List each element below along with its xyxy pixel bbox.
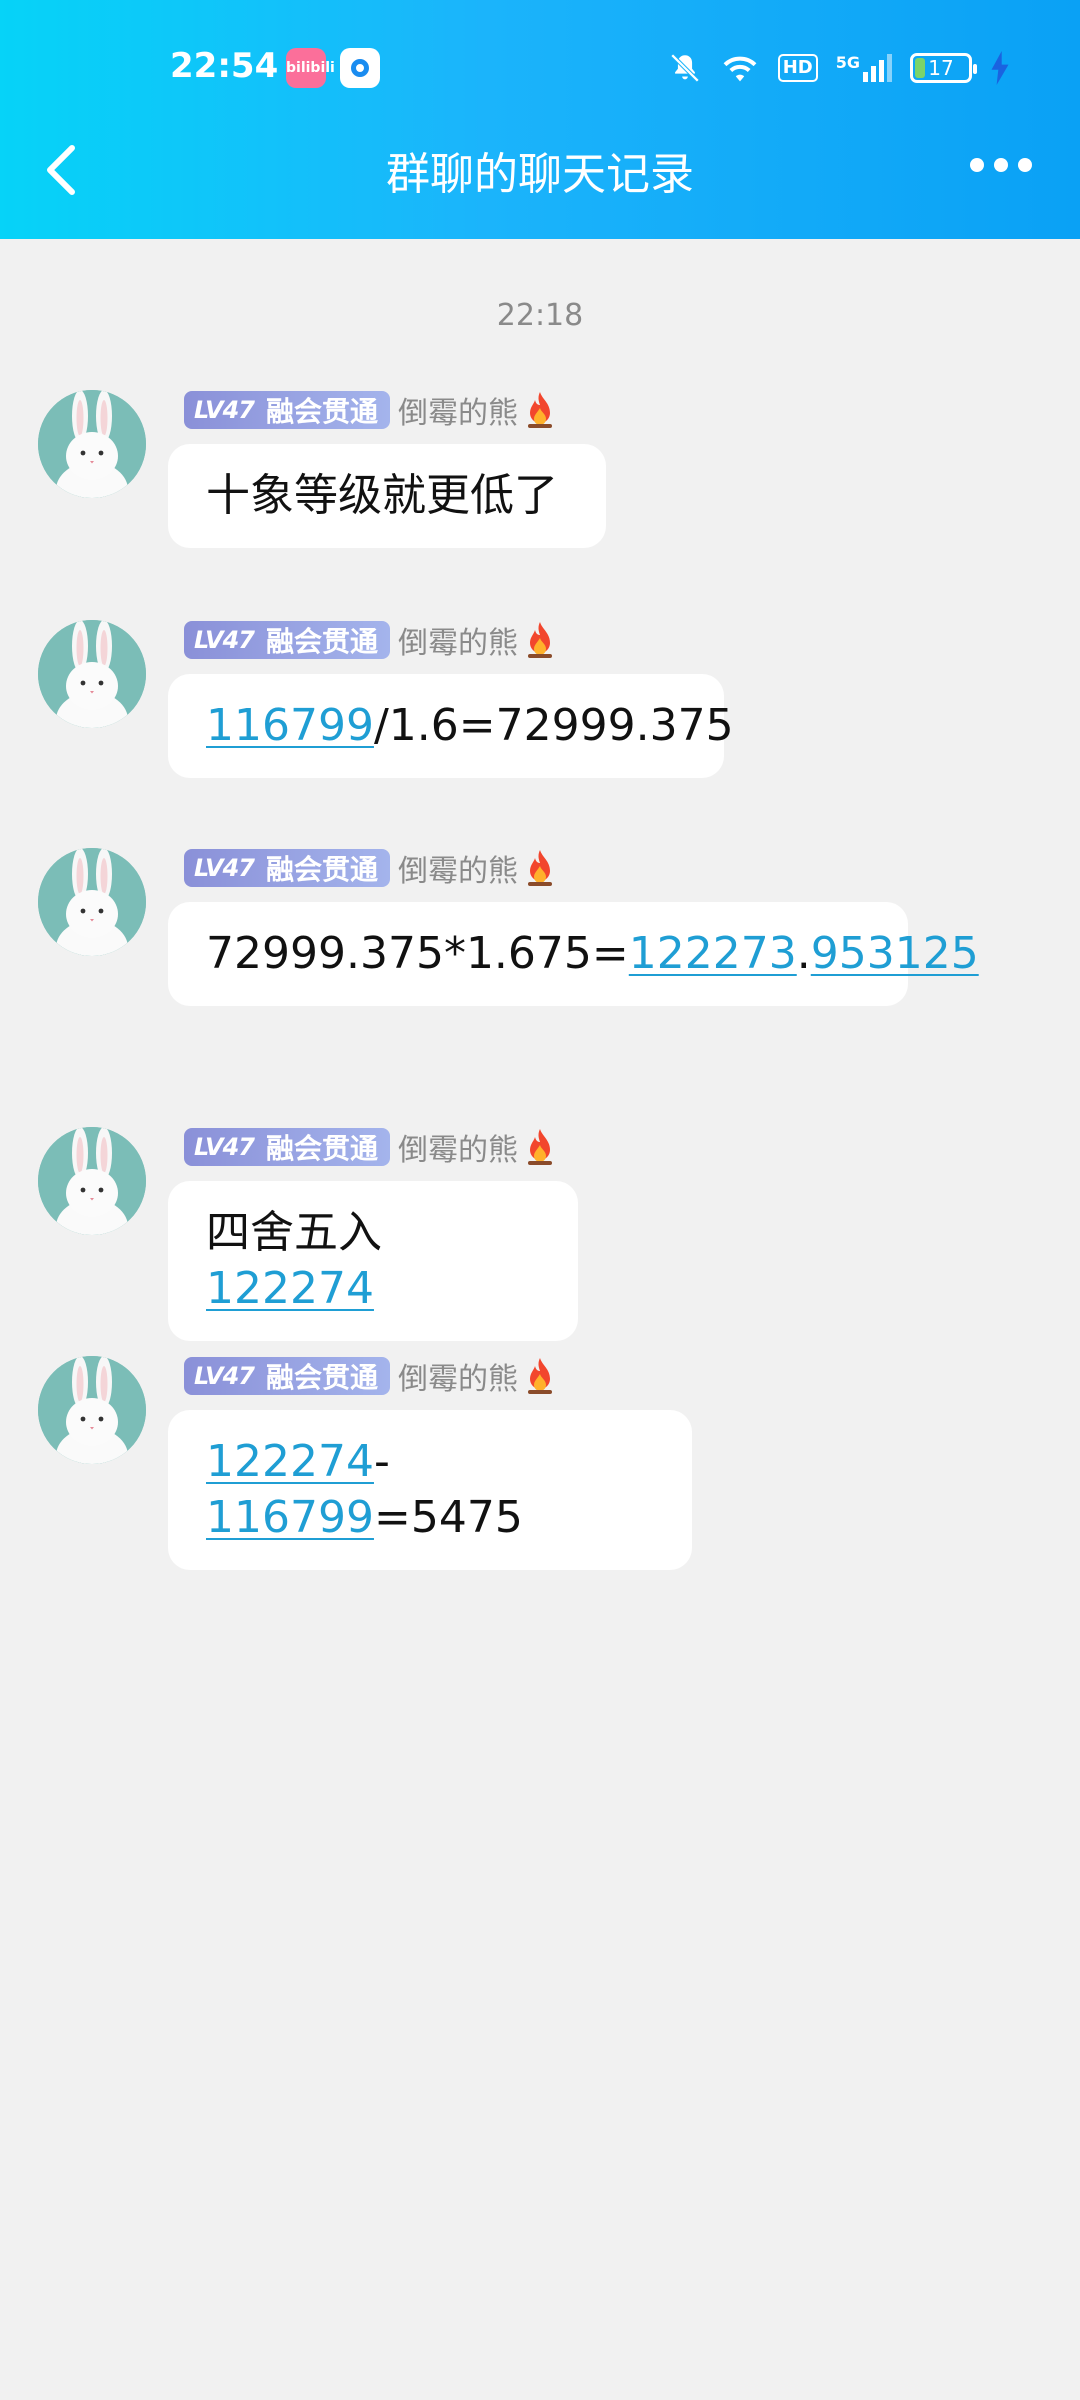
level-badge[interactable]: LV47 融会贯通 bbox=[184, 1128, 390, 1166]
level-title: 融会贯通 bbox=[265, 395, 378, 428]
message-bubble[interactable]: 122274-116799=5475 bbox=[168, 1410, 692, 1570]
rabbit-avatar-icon bbox=[38, 1356, 146, 1464]
network-type: 5G bbox=[835, 53, 860, 72]
sender-name[interactable]: 倒霉的熊 bbox=[398, 1125, 518, 1169]
sender-meta: LV47 融会贯通 倒霉的熊 bbox=[184, 1354, 558, 1398]
message-text: 十象等级就更低了 bbox=[206, 470, 558, 521]
message-link[interactable]: 122273 bbox=[629, 928, 797, 979]
level-title: 融会贯通 bbox=[265, 853, 378, 886]
cell-signal-icon: 5G bbox=[835, 53, 892, 82]
message-text: 72999.375*1.675= bbox=[206, 928, 629, 979]
bilibili-app-icon: bilibili bbox=[286, 48, 335, 88]
charging-icon bbox=[991, 51, 1009, 85]
avatar[interactable] bbox=[38, 1127, 146, 1235]
level-number: LV47 bbox=[194, 396, 255, 424]
avatar[interactable] bbox=[38, 620, 146, 728]
sender-name[interactable]: 倒霉的熊 bbox=[398, 388, 518, 432]
fire-icon bbox=[527, 392, 552, 428]
rabbit-avatar-icon bbox=[38, 390, 146, 498]
level-badge[interactable]: LV47 融会贯通 bbox=[184, 1357, 390, 1395]
sender-meta: LV47 融会贯通 倒霉的熊 bbox=[184, 388, 558, 432]
battery-level: 17 bbox=[928, 56, 954, 80]
circle-app-icon bbox=[340, 48, 380, 88]
message-link[interactable]: 116799 bbox=[206, 1492, 374, 1543]
level-title: 融会贯通 bbox=[265, 1361, 378, 1394]
fire-icon bbox=[527, 1358, 552, 1394]
message-timestamp: 22:18 bbox=[496, 298, 584, 333]
rabbit-avatar-icon bbox=[38, 1127, 146, 1235]
wifi-icon bbox=[723, 56, 757, 82]
message-link[interactable]: 122274 bbox=[206, 1263, 374, 1314]
message-text: . bbox=[796, 928, 811, 979]
level-badge[interactable]: LV47 融会贯通 bbox=[184, 391, 390, 429]
fire-icon bbox=[527, 622, 552, 658]
avatar[interactable] bbox=[38, 390, 146, 498]
mute-bell-icon bbox=[670, 53, 699, 83]
message-bubble[interactable]: 72999.375*1.675=122273.953125 bbox=[168, 902, 979, 1006]
header-bar: 22:54 bilibili HD 5G 17 群聊的聊天记录 bbox=[0, 0, 1080, 239]
message-text: =5475 bbox=[373, 1492, 523, 1543]
battery-icon: 17 bbox=[910, 53, 977, 83]
more-dots-icon[interactable] bbox=[970, 158, 1032, 172]
message-bubble[interactable]: 十象等级就更低了 bbox=[168, 444, 606, 548]
level-title: 融会贯通 bbox=[265, 625, 378, 658]
message-bubble[interactable]: 四舍五入122274 bbox=[168, 1181, 578, 1341]
fire-icon bbox=[527, 1129, 552, 1165]
level-title: 融会贯通 bbox=[265, 1132, 378, 1165]
message-link[interactable]: 116799 bbox=[206, 700, 374, 751]
sender-meta: LV47 融会贯通 倒霉的熊 bbox=[184, 618, 558, 662]
status-time: 22:54 bbox=[170, 46, 279, 86]
message-bubble[interactable]: 116799/1.6=72999.375 bbox=[168, 674, 734, 778]
message-text: 四舍五入 bbox=[206, 1207, 382, 1258]
level-number: LV47 bbox=[194, 1133, 255, 1161]
message-text: /1.6=72999.375 bbox=[373, 700, 734, 751]
page-title: 群聊的聊天记录 bbox=[386, 149, 694, 200]
level-number: LV47 bbox=[194, 626, 255, 654]
hd-badge: HD bbox=[777, 54, 818, 82]
rabbit-avatar-icon bbox=[38, 848, 146, 956]
rabbit-avatar-icon bbox=[38, 620, 146, 728]
status-icons: HD 5G 17 bbox=[668, 46, 1010, 90]
sender-name[interactable]: 倒霉的熊 bbox=[398, 846, 518, 890]
fire-icon bbox=[527, 850, 552, 886]
message-text: - bbox=[373, 1436, 390, 1487]
sender-meta: LV47 融会贯通 倒霉的熊 bbox=[184, 846, 558, 890]
level-number: LV47 bbox=[194, 1362, 255, 1390]
sender-name[interactable]: 倒霉的熊 bbox=[398, 1354, 518, 1398]
level-number: LV47 bbox=[194, 854, 255, 882]
level-badge[interactable]: LV47 融会贯通 bbox=[184, 621, 390, 659]
sender-meta: LV47 融会贯通 倒霉的熊 bbox=[184, 1125, 558, 1169]
message-link[interactable]: 953125 bbox=[811, 928, 979, 979]
sender-name[interactable]: 倒霉的熊 bbox=[398, 618, 518, 662]
message-link[interactable]: 122274 bbox=[206, 1436, 374, 1487]
avatar[interactable] bbox=[38, 1356, 146, 1464]
avatar[interactable] bbox=[38, 848, 146, 956]
level-badge[interactable]: LV47 融会贯通 bbox=[184, 849, 390, 887]
